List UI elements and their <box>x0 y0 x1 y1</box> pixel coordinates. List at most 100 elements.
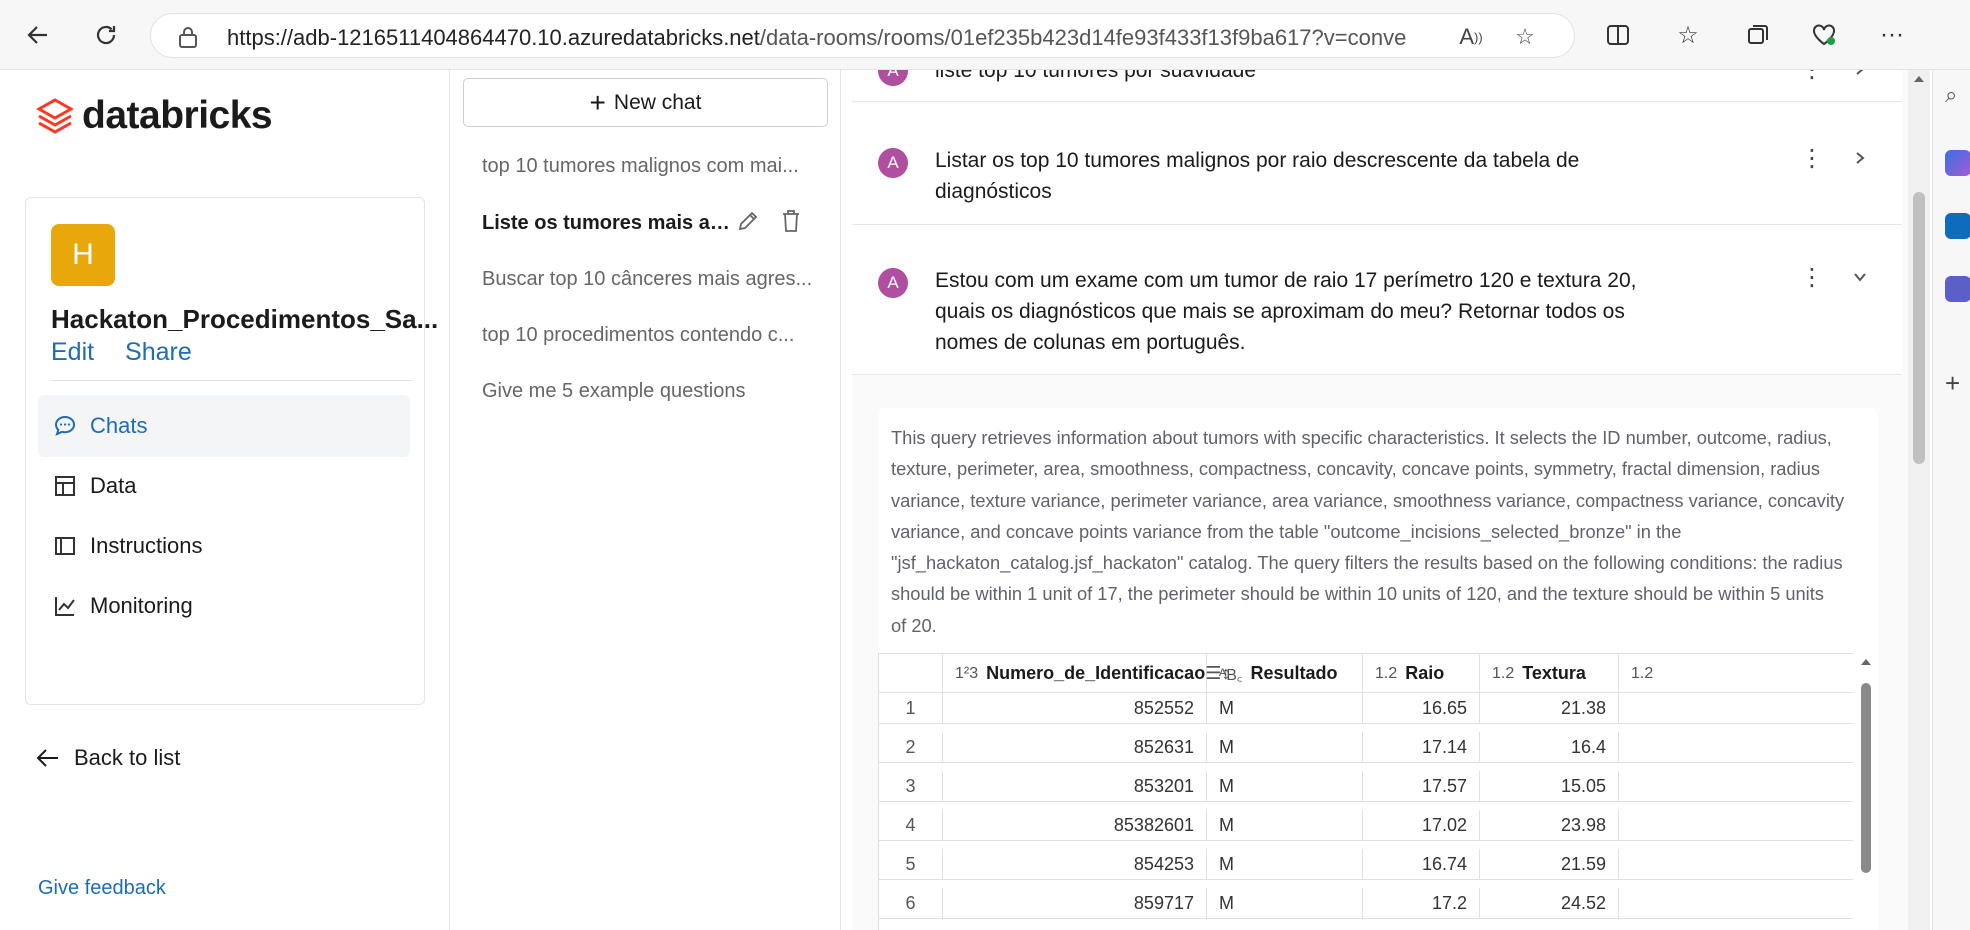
sidebar-item-label: Instructions <box>90 533 203 558</box>
sidebar-item-label: Data <box>90 473 137 498</box>
id-cell: 859717 <box>943 888 1207 919</box>
sidebar-item-chats[interactable]: Chats <box>38 395 410 457</box>
result-table: 1²3 Numero_de_Identificacao ☰↕ ᴬB꜀ Resul… <box>878 653 1853 930</box>
chat-history-item[interactable]: top 10 tumores malignos com mai... <box>482 155 812 178</box>
answer-line: of 20. <box>891 614 937 636</box>
chat-bubble-icon <box>52 413 78 439</box>
user-message[interactable]: A Listar os top 10 tumores malignos por … <box>852 103 1902 225</box>
radius-cell: 17.2 <box>1363 888 1480 919</box>
extra-cell <box>1619 732 1853 763</box>
back-to-list-link[interactable]: Back to list <box>36 745 180 771</box>
column-header[interactable]: ᴬB꜀ Resultado <box>1207 654 1363 693</box>
sidebar-item-data[interactable]: Data <box>38 455 410 517</box>
search-icon[interactable]: ⌕ <box>1945 82 1970 108</box>
answer-line: texture, perimeter, area, smoothness, co… <box>891 458 1821 480</box>
main-scrollbar[interactable] <box>1908 70 1930 930</box>
collections-icon[interactable] <box>1740 17 1776 53</box>
user-message-expanded[interactable]: A Estou com um exame com um tumor de rai… <box>852 225 1902 375</box>
kebab-menu-icon[interactable]: ⋮ <box>1800 262 1824 292</box>
chevron-down-icon[interactable] <box>1848 262 1872 292</box>
chat-history-item[interactable]: Buscar top 10 cânceres mais agres... <box>482 268 812 291</box>
row-index-cell: 6 <box>879 888 943 919</box>
chevron-right-icon[interactable] <box>1848 143 1872 173</box>
plus-icon: + <box>589 86 606 118</box>
texture-cell: 23.98 <box>1480 810 1619 841</box>
message-line: nomes de colunas em português. <box>935 331 1246 354</box>
table-scrollbar[interactable] <box>1859 653 1873 913</box>
address-bar[interactable]: https://adb-1216511404864470.10.azuredat… <box>150 13 1575 58</box>
extra-cell <box>1619 771 1853 802</box>
chat-history-item[interactable]: top 10 procedimentos contendo c... <box>482 324 812 347</box>
user-avatar: A <box>878 268 908 298</box>
message-line: diagnósticos <box>935 180 1052 203</box>
new-chat-button[interactable]: + New chat <box>463 78 828 127</box>
user-avatar: A <box>878 70 908 86</box>
edit-link[interactable]: Edit <box>51 338 94 366</box>
copilot-icon[interactable] <box>1945 150 1970 176</box>
answer-line: "jsf_hackaton_catalog.jsf_hackaton" cata… <box>891 552 1843 574</box>
trash-icon[interactable] <box>776 206 806 236</box>
more-options-icon[interactable]: ··· <box>1874 17 1910 53</box>
teams-icon[interactable] <box>1945 276 1970 302</box>
chat-history-item[interactable]: Give me 5 example questions <box>482 380 812 403</box>
kebab-menu-icon[interactable]: ⋮ <box>1800 70 1824 84</box>
texture-cell: 21.38 <box>1480 693 1619 724</box>
radius-cell: 17.02 <box>1363 810 1480 841</box>
result-cell: M <box>1207 810 1363 841</box>
table-header-row: 1²3 Numero_de_Identificacao ☰↕ ᴬB꜀ Resul… <box>879 654 1853 693</box>
sidebar-item-instructions[interactable]: Instructions <box>38 515 410 577</box>
texture-cell: 24.52 <box>1480 888 1619 919</box>
browser-essentials-icon[interactable] <box>1806 17 1842 53</box>
result-cell: M <box>1207 888 1363 919</box>
outlook-icon[interactable] <box>1945 213 1970 239</box>
row-index-cell: 4 <box>879 810 943 841</box>
give-feedback-link[interactable]: Give feedback <box>38 877 166 900</box>
message-text: Listar os top 10 tumores malignos por ra… <box>935 145 1579 207</box>
column-header[interactable]: 1.2 Raio <box>1363 654 1480 693</box>
left-sidebar: databricks H Hackaton_Procedimentos_Sa..… <box>0 70 450 930</box>
table-icon <box>52 473 78 499</box>
share-link[interactable]: Share <box>125 338 192 366</box>
row-index-cell: 3 <box>879 771 943 802</box>
chat-history-item-selected[interactable]: Liste os tumores mais agr... <box>482 212 732 235</box>
table-row: 6 859717 M 17.2 24.52 <box>879 888 1853 919</box>
split-screen-icon[interactable] <box>1600 17 1636 53</box>
databricks-logo[interactable]: databricks <box>36 94 273 138</box>
table-row: 2 852631 M 17.14 16.4 <box>879 732 1853 763</box>
extra-cell <box>1619 693 1853 724</box>
room-card: H Hackaton_Procedimentos_Sa... Edit Shar… <box>25 197 438 705</box>
favorites-icon[interactable]: ☆ <box>1670 17 1706 53</box>
radius-cell: 17.14 <box>1363 732 1480 763</box>
column-header[interactable]: 1.2 <box>1619 654 1853 693</box>
result-cell: M <box>1207 693 1363 724</box>
read-aloud-icon[interactable]: A)) <box>1457 23 1485 51</box>
chevron-right-icon[interactable] <box>1848 70 1872 84</box>
id-cell: 85382601 <box>943 810 1207 841</box>
new-chat-label: New chat <box>613 90 702 114</box>
book-icon <box>52 533 78 559</box>
chat-history-panel: + New chat top 10 tumores malignos com m… <box>451 70 841 930</box>
kebab-menu-icon[interactable]: ⋮ <box>1800 143 1824 173</box>
column-header-label: Textura <box>1522 663 1586 683</box>
result-cell: M <box>1207 771 1363 802</box>
divider <box>51 380 412 381</box>
back-arrow-icon[interactable] <box>20 17 56 53</box>
texture-cell: 21.59 <box>1480 849 1619 880</box>
column-header-label: Raio <box>1405 663 1445 683</box>
favorite-star-icon[interactable]: ☆ <box>1511 23 1539 51</box>
decimal-type-icon: 1.2 <box>1375 664 1398 682</box>
id-cell: 854253 <box>943 849 1207 880</box>
answer-explanation: This query retrieves information about t… <box>891 422 1861 641</box>
column-header[interactable]: 1²3 Numero_de_Identificacao ☰↕ <box>943 654 1230 693</box>
back-to-list-label: Back to list <box>74 745 181 770</box>
texture-cell: 16.4 <box>1480 732 1619 763</box>
refresh-icon[interactable] <box>88 17 124 53</box>
message-line: Estou com um exame com um tumor de raio … <box>935 269 1637 292</box>
column-header[interactable]: 1.2 Textura <box>1480 654 1619 693</box>
sidebar-item-monitoring[interactable]: Monitoring <box>38 575 410 637</box>
edit-pencil-icon[interactable] <box>733 206 763 236</box>
user-message[interactable]: A liste top 10 tumores por suavidade ⋮ <box>852 70 1902 102</box>
add-icon[interactable]: + <box>1945 368 1970 398</box>
url-text: https://adb-1216511404864470.10.azuredat… <box>227 25 1407 50</box>
radius-cell: 16.65 <box>1363 693 1480 724</box>
